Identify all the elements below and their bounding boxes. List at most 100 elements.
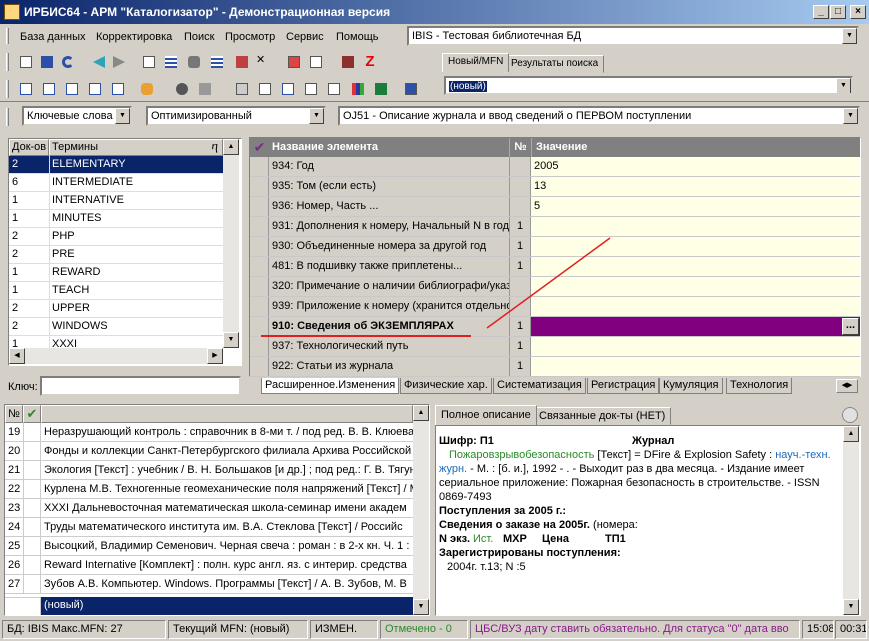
import-icon[interactable] bbox=[285, 53, 303, 71]
result-row[interactable]: 26 Reward Internative [Комплект] : полн. … bbox=[5, 556, 413, 575]
menu-database[interactable]: База данных bbox=[20, 31, 86, 43]
chat-icon[interactable] bbox=[40, 80, 58, 98]
comment-icon[interactable] bbox=[17, 80, 35, 98]
export-icon[interactable] bbox=[307, 53, 325, 71]
chevron-down-icon[interactable]: ▼ bbox=[115, 108, 130, 124]
term-row[interactable]: 1 MINUTES bbox=[9, 210, 223, 228]
doc-icon[interactable] bbox=[302, 80, 320, 98]
optimization-select[interactable]: Оптимизированный ▼ bbox=[146, 106, 326, 126]
minimize-button[interactable]: _ bbox=[813, 5, 829, 19]
tab-physical[interactable]: Физические хар. bbox=[400, 378, 492, 394]
refresh-icon[interactable] bbox=[842, 407, 858, 423]
field-row[interactable]: 934: Год 2005 bbox=[250, 157, 860, 177]
print-icon[interactable] bbox=[233, 80, 251, 98]
print-preview-icon[interactable] bbox=[256, 80, 274, 98]
filter-icon[interactable] bbox=[339, 53, 357, 71]
menu-view[interactable]: Просмотр bbox=[225, 31, 275, 43]
tab-full-description[interactable]: Полное описание bbox=[435, 405, 537, 425]
hand-icon[interactable] bbox=[138, 80, 156, 98]
terms-col-docs[interactable]: Док-ов bbox=[9, 139, 49, 156]
results-scrollbar[interactable]: ▲ ▼ bbox=[413, 405, 429, 615]
field-value[interactable]: 5 bbox=[531, 197, 860, 216]
tab-linked-docs[interactable]: Связанные док-ты (НЕТ) bbox=[533, 407, 672, 425]
col-value[interactable]: Значение bbox=[531, 138, 860, 157]
mail-icon[interactable] bbox=[63, 80, 81, 98]
tab-new-mfn[interactable]: Новый/MFN bbox=[442, 53, 510, 72]
forward-arrow-icon[interactable] bbox=[110, 53, 128, 71]
archive-icon[interactable] bbox=[196, 80, 214, 98]
result-row[interactable]: 19 Неразрушающий контроль : справочник в … bbox=[5, 423, 413, 442]
undo-icon[interactable] bbox=[59, 53, 77, 71]
term-row[interactable]: 1 INTERNATIVE bbox=[9, 192, 223, 210]
scroll-up-icon[interactable]: ▲ bbox=[413, 405, 429, 421]
result-row[interactable]: 22 Курлена М.В. Техногенные геомеханическ… bbox=[5, 480, 413, 499]
new-icon[interactable] bbox=[17, 53, 35, 71]
tab-registration[interactable]: Регистрация bbox=[587, 378, 660, 394]
maximize-button[interactable]: □ bbox=[830, 5, 846, 19]
chevron-down-icon[interactable]: ▼ bbox=[843, 108, 858, 124]
tab-extended[interactable]: Расширенное.Изменения bbox=[261, 378, 400, 394]
field-value[interactable]: 13 bbox=[531, 177, 860, 196]
back-arrow-icon[interactable] bbox=[90, 53, 108, 71]
term-row[interactable]: 6 INTERMEDIATE bbox=[9, 174, 223, 192]
scroll-up-icon[interactable]: ▲ bbox=[843, 426, 859, 442]
binoculars-icon[interactable] bbox=[173, 80, 191, 98]
chevron-down-icon[interactable]: ▼ bbox=[309, 108, 324, 124]
terms-col-terms[interactable]: Термины ⴄ bbox=[49, 139, 223, 156]
worksheet-select[interactable]: OJ51 - Описание журнала и ввод сведений … bbox=[338, 106, 860, 126]
report-icon[interactable] bbox=[279, 80, 297, 98]
scroll-right-icon[interactable]: ▶ bbox=[207, 348, 223, 364]
scroll-up-icon[interactable]: ▲ bbox=[223, 139, 239, 155]
menu-search[interactable]: Поиск bbox=[184, 31, 214, 43]
scroll-down-icon[interactable]: ▼ bbox=[843, 599, 859, 615]
field-row[interactable]: 922: Статьи из журнала 1 bbox=[250, 357, 860, 377]
chart-icon[interactable] bbox=[349, 80, 367, 98]
menu-edit[interactable]: Корректировка bbox=[96, 31, 172, 43]
term-row[interactable]: 2 UPPER bbox=[9, 300, 223, 318]
term-row[interactable]: 1 REWARD bbox=[9, 264, 223, 282]
menu-help[interactable]: Помощь bbox=[336, 31, 379, 43]
tree-icon[interactable] bbox=[208, 53, 226, 71]
scroll-left-icon[interactable]: ◀ bbox=[9, 348, 25, 364]
edit-icon[interactable] bbox=[233, 53, 251, 71]
tab-technology[interactable]: Технология bbox=[726, 378, 793, 394]
tab-systematization[interactable]: Систематизация bbox=[493, 378, 586, 394]
col-element-name[interactable]: Название элемента bbox=[269, 138, 509, 157]
term-row[interactable]: 2 PHP bbox=[9, 228, 223, 246]
terms-hscrollbar[interactable]: ◀ ▶ bbox=[9, 348, 223, 364]
result-row[interactable]: 27 Зубов А.В. Компьютер. Windows. Програм… bbox=[5, 575, 413, 594]
tabs-scroll-icon[interactable]: ◀▶ bbox=[836, 379, 858, 393]
field-value[interactable] bbox=[531, 357, 860, 376]
copy-icon[interactable] bbox=[140, 53, 158, 71]
ellipsis-button[interactable]: ... bbox=[842, 318, 859, 335]
tab-search-results[interactable]: Результаты поиска bbox=[505, 55, 605, 73]
scroll-down-icon[interactable]: ▼ bbox=[413, 599, 429, 615]
z3950-icon[interactable]: Z bbox=[361, 53, 379, 71]
tab-cumulation[interactable]: Кумуляция bbox=[659, 378, 723, 394]
terms-scrollbar[interactable]: ▲ ▼ bbox=[223, 139, 239, 348]
grid-icon[interactable] bbox=[162, 53, 180, 71]
result-row[interactable]: 24 Труды математического института им. В.… bbox=[5, 518, 413, 537]
menu-service[interactable]: Сервис bbox=[286, 31, 324, 43]
results-col-number[interactable]: № bbox=[5, 405, 23, 423]
term-row[interactable]: 1 TEACH bbox=[9, 282, 223, 300]
col-number[interactable]: № bbox=[509, 138, 531, 157]
note-icon[interactable] bbox=[86, 80, 104, 98]
field-value[interactable] bbox=[531, 217, 860, 236]
delete-icon[interactable]: ✕ bbox=[256, 53, 274, 71]
field-value[interactable]: 2005 bbox=[531, 157, 860, 176]
chevron-down-icon[interactable]: ▼ bbox=[836, 78, 851, 93]
term-row[interactable]: 2 PRE bbox=[9, 246, 223, 264]
results-check-icon[interactable]: ✔ bbox=[23, 405, 41, 423]
result-row[interactable]: 20 Фонды и коллекции Санкт-Петербургского… bbox=[5, 442, 413, 461]
excel-icon[interactable] bbox=[372, 80, 390, 98]
pin-icon[interactable]: ⴄ bbox=[212, 140, 218, 155]
result-row[interactable]: 21 Экология [Текст] : учебник / В. Н. Бол… bbox=[5, 461, 413, 480]
results-col-title[interactable] bbox=[41, 405, 413, 423]
settings-icon[interactable] bbox=[402, 80, 420, 98]
save-icon[interactable] bbox=[38, 53, 56, 71]
close-button[interactable]: × bbox=[850, 5, 866, 19]
term-row[interactable]: 2 WINDOWS bbox=[9, 318, 223, 336]
result-row[interactable]: 23 XXXI Дальневосточная математическая шк… bbox=[5, 499, 413, 518]
search-mode-select[interactable]: Ключевые слова ▼ bbox=[22, 106, 132, 126]
